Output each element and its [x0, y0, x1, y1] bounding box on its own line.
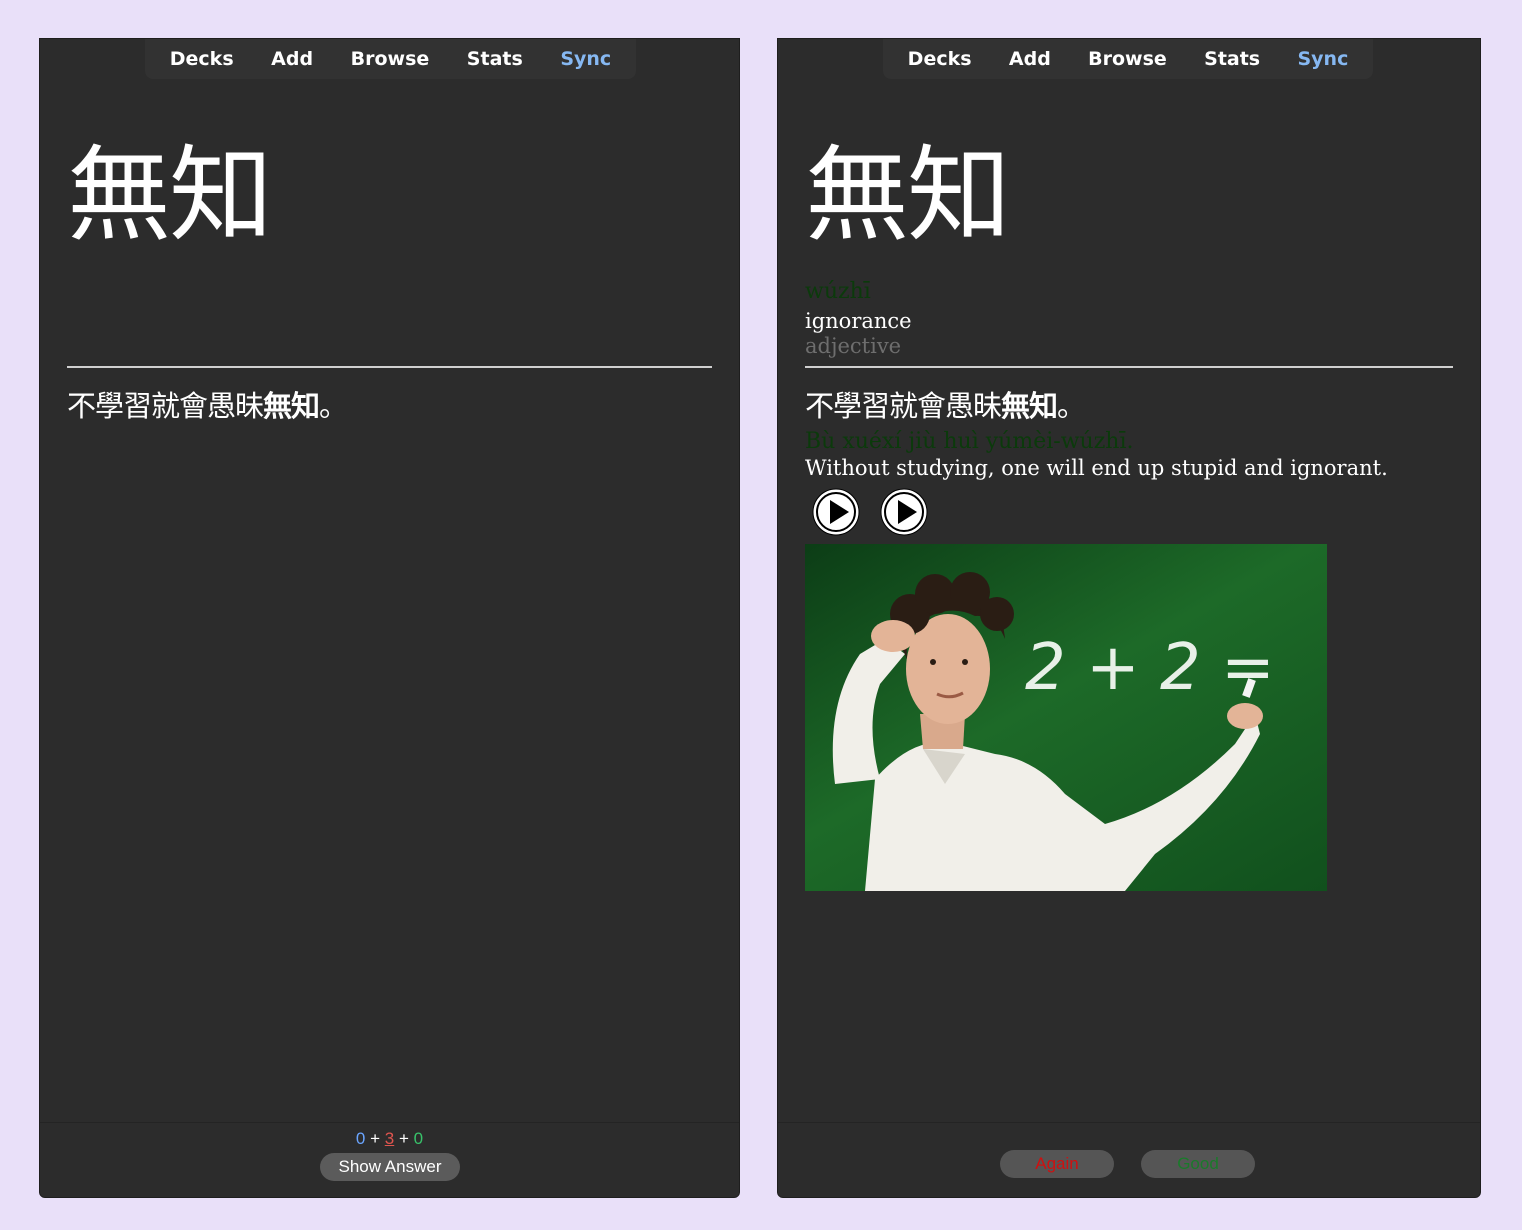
- nav-decks[interactable]: Decks: [170, 48, 234, 70]
- sentence-text: 不學習就會愚昧: [805, 389, 1002, 423]
- card-divider: [67, 366, 712, 368]
- card-word: 無知: [67, 134, 273, 256]
- new-count: 0: [355, 1129, 366, 1148]
- example-sentence: 不學習就會愚昧無知。: [805, 383, 1086, 425]
- play-icon[interactable]: [879, 487, 929, 537]
- top-toolbar: Decks Add Browse Stats Sync: [145, 39, 636, 79]
- sentence-translation: Without studying, one will end up stupid…: [805, 456, 1388, 480]
- nav-stats[interactable]: Stats: [1204, 48, 1260, 70]
- nav-add[interactable]: Add: [271, 48, 313, 70]
- sentence-end: 。: [319, 389, 348, 423]
- student-chalkboard-illustration: 2 + 2 =: [832, 572, 1275, 891]
- review-window-back: Decks Add Browse Stats Sync 無知 wúzhī ign…: [777, 38, 1481, 1198]
- play-icon[interactable]: [811, 487, 861, 537]
- nav-sync[interactable]: Sync: [1297, 48, 1348, 70]
- good-button[interactable]: Good: [1141, 1150, 1255, 1178]
- sentence-highlight: 無知: [1001, 389, 1058, 423]
- review-window-front: Decks Add Browse Stats Sync 無知 不學習就會愚昧無知…: [39, 38, 740, 1198]
- show-answer-button[interactable]: Show Answer: [320, 1153, 460, 1181]
- nav-add[interactable]: Add: [1009, 48, 1051, 70]
- review-count: 0: [413, 1129, 424, 1148]
- audio-controls: [811, 487, 929, 537]
- card-word: 無知: [805, 134, 1011, 256]
- card-image: 2 + 2 =: [805, 544, 1327, 891]
- again-button[interactable]: Again: [1000, 1150, 1114, 1178]
- bottom-bar: Again Good: [778, 1122, 1480, 1197]
- count-sep: +: [370, 1129, 381, 1148]
- sentence-highlight: 無知: [263, 389, 320, 423]
- nav-stats[interactable]: Stats: [467, 48, 523, 70]
- nav-browse[interactable]: Browse: [351, 48, 430, 70]
- due-counts: 0 + 3 + 0: [40, 1129, 739, 1149]
- top-toolbar: Decks Add Browse Stats Sync: [883, 39, 1373, 79]
- sentence-pinyin: Bù xuéxí jiù huì yúmèi-wúzhī.: [805, 429, 1134, 454]
- chalk-text: 2 + 2 =: [1025, 631, 1275, 705]
- bottom-bar: 0 + 3 + 0 Show Answer: [40, 1122, 739, 1197]
- learning-count: 3: [384, 1129, 395, 1148]
- nav-sync[interactable]: Sync: [560, 48, 611, 70]
- word-pinyin: wúzhī: [805, 279, 871, 304]
- part-of-speech: adjective: [805, 334, 902, 358]
- example-sentence: 不學習就會愚昧無知。: [67, 383, 348, 425]
- nav-browse[interactable]: Browse: [1088, 48, 1167, 70]
- card-divider: [805, 366, 1453, 368]
- sentence-end: 。: [1057, 389, 1086, 423]
- word-meaning: ignorance: [805, 309, 912, 333]
- nav-decks[interactable]: Decks: [908, 48, 972, 70]
- count-sep: +: [398, 1129, 409, 1148]
- sentence-text: 不學習就會愚昧: [67, 389, 264, 423]
